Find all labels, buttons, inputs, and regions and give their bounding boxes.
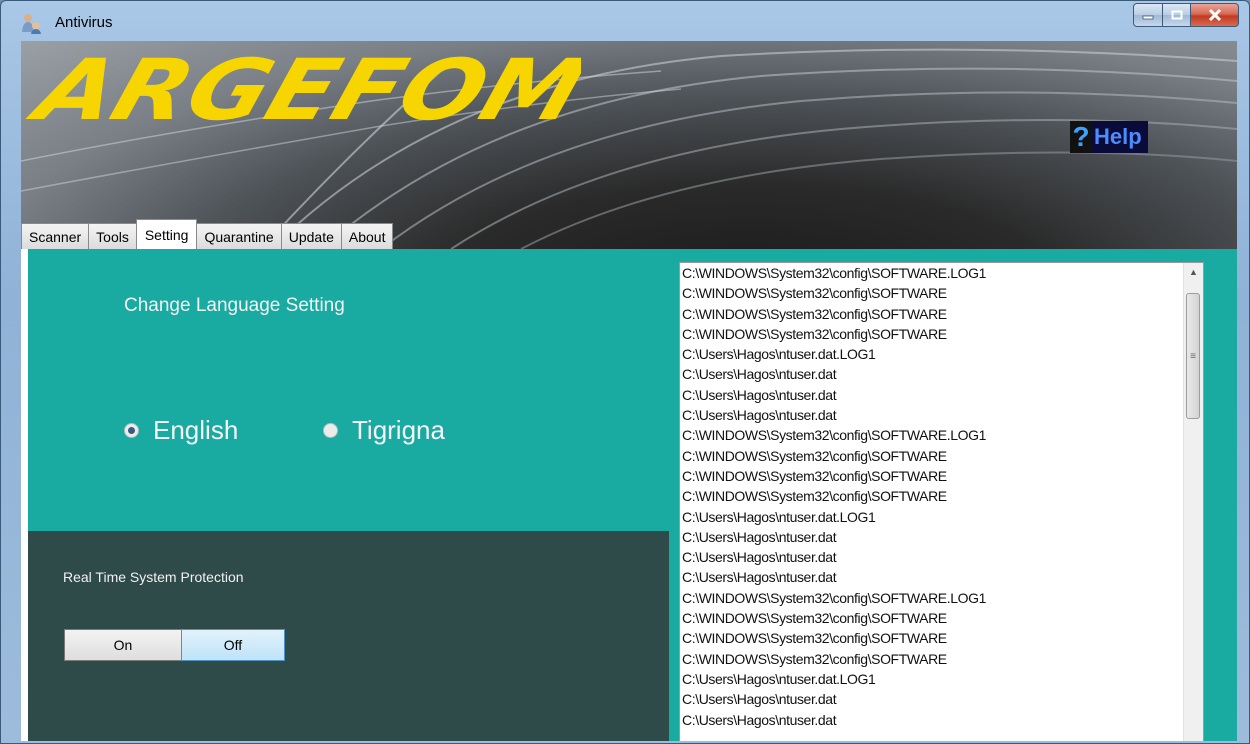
help-button[interactable]: ? Help bbox=[1070, 121, 1148, 153]
tab-bar: Scanner Tools Setting Quarantine Update About bbox=[21, 219, 394, 249]
scroll-thumb[interactable]: ≡ bbox=[1186, 293, 1200, 419]
list-item[interactable]: C:\Users\Hagos\ntuser.dat.LOG1 bbox=[680, 344, 1183, 364]
radio-tigrigna[interactable]: Tigrigna bbox=[323, 415, 445, 446]
list-item[interactable]: C:\WINDOWS\System32\config\SOFTWARE.LOG1 bbox=[680, 588, 1183, 608]
list-item[interactable]: C:\Users\Hagos\ntuser.dat bbox=[680, 364, 1183, 384]
list-item[interactable]: C:\WINDOWS\System32\config\SOFTWARE bbox=[680, 466, 1183, 486]
protection-label: Real Time System Protection bbox=[63, 569, 244, 585]
list-item[interactable]: C:\Users\Hagos\ntuser.dat bbox=[680, 567, 1183, 587]
list-item[interactable]: C:\WINDOWS\System32\config\SOFTWARE.LOG1 bbox=[680, 263, 1183, 283]
minimize-button[interactable] bbox=[1133, 3, 1163, 27]
vertical-scrollbar[interactable]: ▲ ≡ bbox=[1183, 263, 1203, 741]
list-item[interactable]: C:\Users\Hagos\ntuser.dat bbox=[680, 527, 1183, 547]
tab-tools[interactable]: Tools bbox=[88, 223, 137, 249]
list-item[interactable]: C:\WINDOWS\System32\config\SOFTWARE bbox=[680, 283, 1183, 303]
window-controls bbox=[1133, 3, 1239, 29]
list-item[interactable]: C:\Users\Hagos\ntuser.dat.LOG1 bbox=[680, 507, 1183, 527]
radio-english[interactable]: English bbox=[124, 415, 238, 446]
svg-text:ARGEFOM: ARGEFOM bbox=[21, 42, 581, 131]
tab-quarantine[interactable]: Quarantine bbox=[196, 223, 282, 249]
title-bar[interactable]: Antivirus bbox=[1, 1, 1249, 41]
file-listbox[interactable]: C:\WINDOWS\System32\config\SOFTWARE.LOG1… bbox=[679, 262, 1204, 741]
protection-on-button[interactable]: On bbox=[64, 629, 182, 661]
list-item[interactable]: C:\WINDOWS\System32\config\SOFTWARE bbox=[680, 304, 1183, 324]
app-window: Antivirus ARGEFOM ? Help Scanner Tools S… bbox=[0, 0, 1250, 744]
app-icon bbox=[22, 14, 41, 34]
list-item[interactable]: C:\WINDOWS\System32\config\SOFTWARE bbox=[680, 628, 1183, 648]
list-item[interactable]: C:\WINDOWS\System32\config\SOFTWARE bbox=[680, 446, 1183, 466]
maximize-icon bbox=[1171, 10, 1182, 20]
list-item[interactable]: C:\WINDOWS\System32\config\SOFTWARE bbox=[680, 324, 1183, 344]
radio-english-label: English bbox=[153, 415, 239, 445]
list-item[interactable]: C:\WINDOWS\System32\config\SOFTWARE.LOG1 bbox=[680, 425, 1183, 445]
list-item[interactable]: C:\WINDOWS\System32\config\SOFTWARE bbox=[680, 608, 1183, 628]
argefom-logo: ARGEFOM bbox=[21, 42, 581, 131]
file-list-panel: C:\WINDOWS\System32\config\SOFTWARE.LOG1… bbox=[669, 249, 1237, 741]
help-label: Help bbox=[1094, 124, 1142, 149]
list-item[interactable]: C:\Users\Hagos\ntuser.dat bbox=[680, 547, 1183, 567]
list-item[interactable]: C:\Users\Hagos\ntuser.dat.LOG1 bbox=[680, 669, 1183, 689]
radio-selected-icon bbox=[124, 423, 139, 438]
close-button[interactable] bbox=[1191, 3, 1239, 27]
client-area: ARGEFOM ? Help Scanner Tools Setting Quaran… bbox=[21, 41, 1237, 741]
banner: ARGEFOM ? Help Scanner Tools Setting Quaran… bbox=[21, 41, 1237, 249]
list-item[interactable]: C:\Users\Hagos\ntuser.dat bbox=[680, 405, 1183, 425]
list-item[interactable]: C:\WINDOWS\System32\config\SOFTWARE bbox=[680, 486, 1183, 506]
language-heading: Change Language Setting bbox=[124, 295, 345, 316]
minimize-icon bbox=[1142, 15, 1154, 20]
window-title: Antivirus bbox=[55, 14, 113, 31]
radio-tigrigna-label: Tigrigna bbox=[352, 415, 445, 445]
file-list: C:\WINDOWS\System32\config\SOFTWARE.LOG1… bbox=[680, 263, 1183, 730]
list-item[interactable]: C:\Users\Hagos\ntuser.dat bbox=[680, 689, 1183, 709]
tab-about[interactable]: About bbox=[340, 223, 394, 249]
scroll-up-arrow-icon[interactable]: ▲ bbox=[1184, 263, 1203, 281]
help-icon: ? bbox=[1070, 121, 1092, 153]
tab-update[interactable]: Update bbox=[280, 223, 342, 249]
tab-scanner[interactable]: Scanner bbox=[21, 223, 90, 249]
protection-panel: Real Time System Protection On Off bbox=[28, 531, 669, 741]
list-item[interactable]: C:\Users\Hagos\ntuser.dat bbox=[680, 385, 1183, 405]
protection-off-button[interactable]: Off bbox=[181, 629, 285, 661]
close-icon bbox=[1208, 9, 1221, 21]
tab-setting[interactable]: Setting bbox=[135, 219, 198, 249]
radio-unselected-icon bbox=[323, 423, 338, 438]
list-item[interactable]: C:\WINDOWS\System32\config\SOFTWARE bbox=[680, 649, 1183, 669]
maximize-button[interactable] bbox=[1163, 3, 1191, 27]
language-panel: Change Language Setting English Tigrigna bbox=[28, 249, 669, 531]
list-item[interactable]: C:\Users\Hagos\ntuser.dat bbox=[680, 710, 1183, 730]
